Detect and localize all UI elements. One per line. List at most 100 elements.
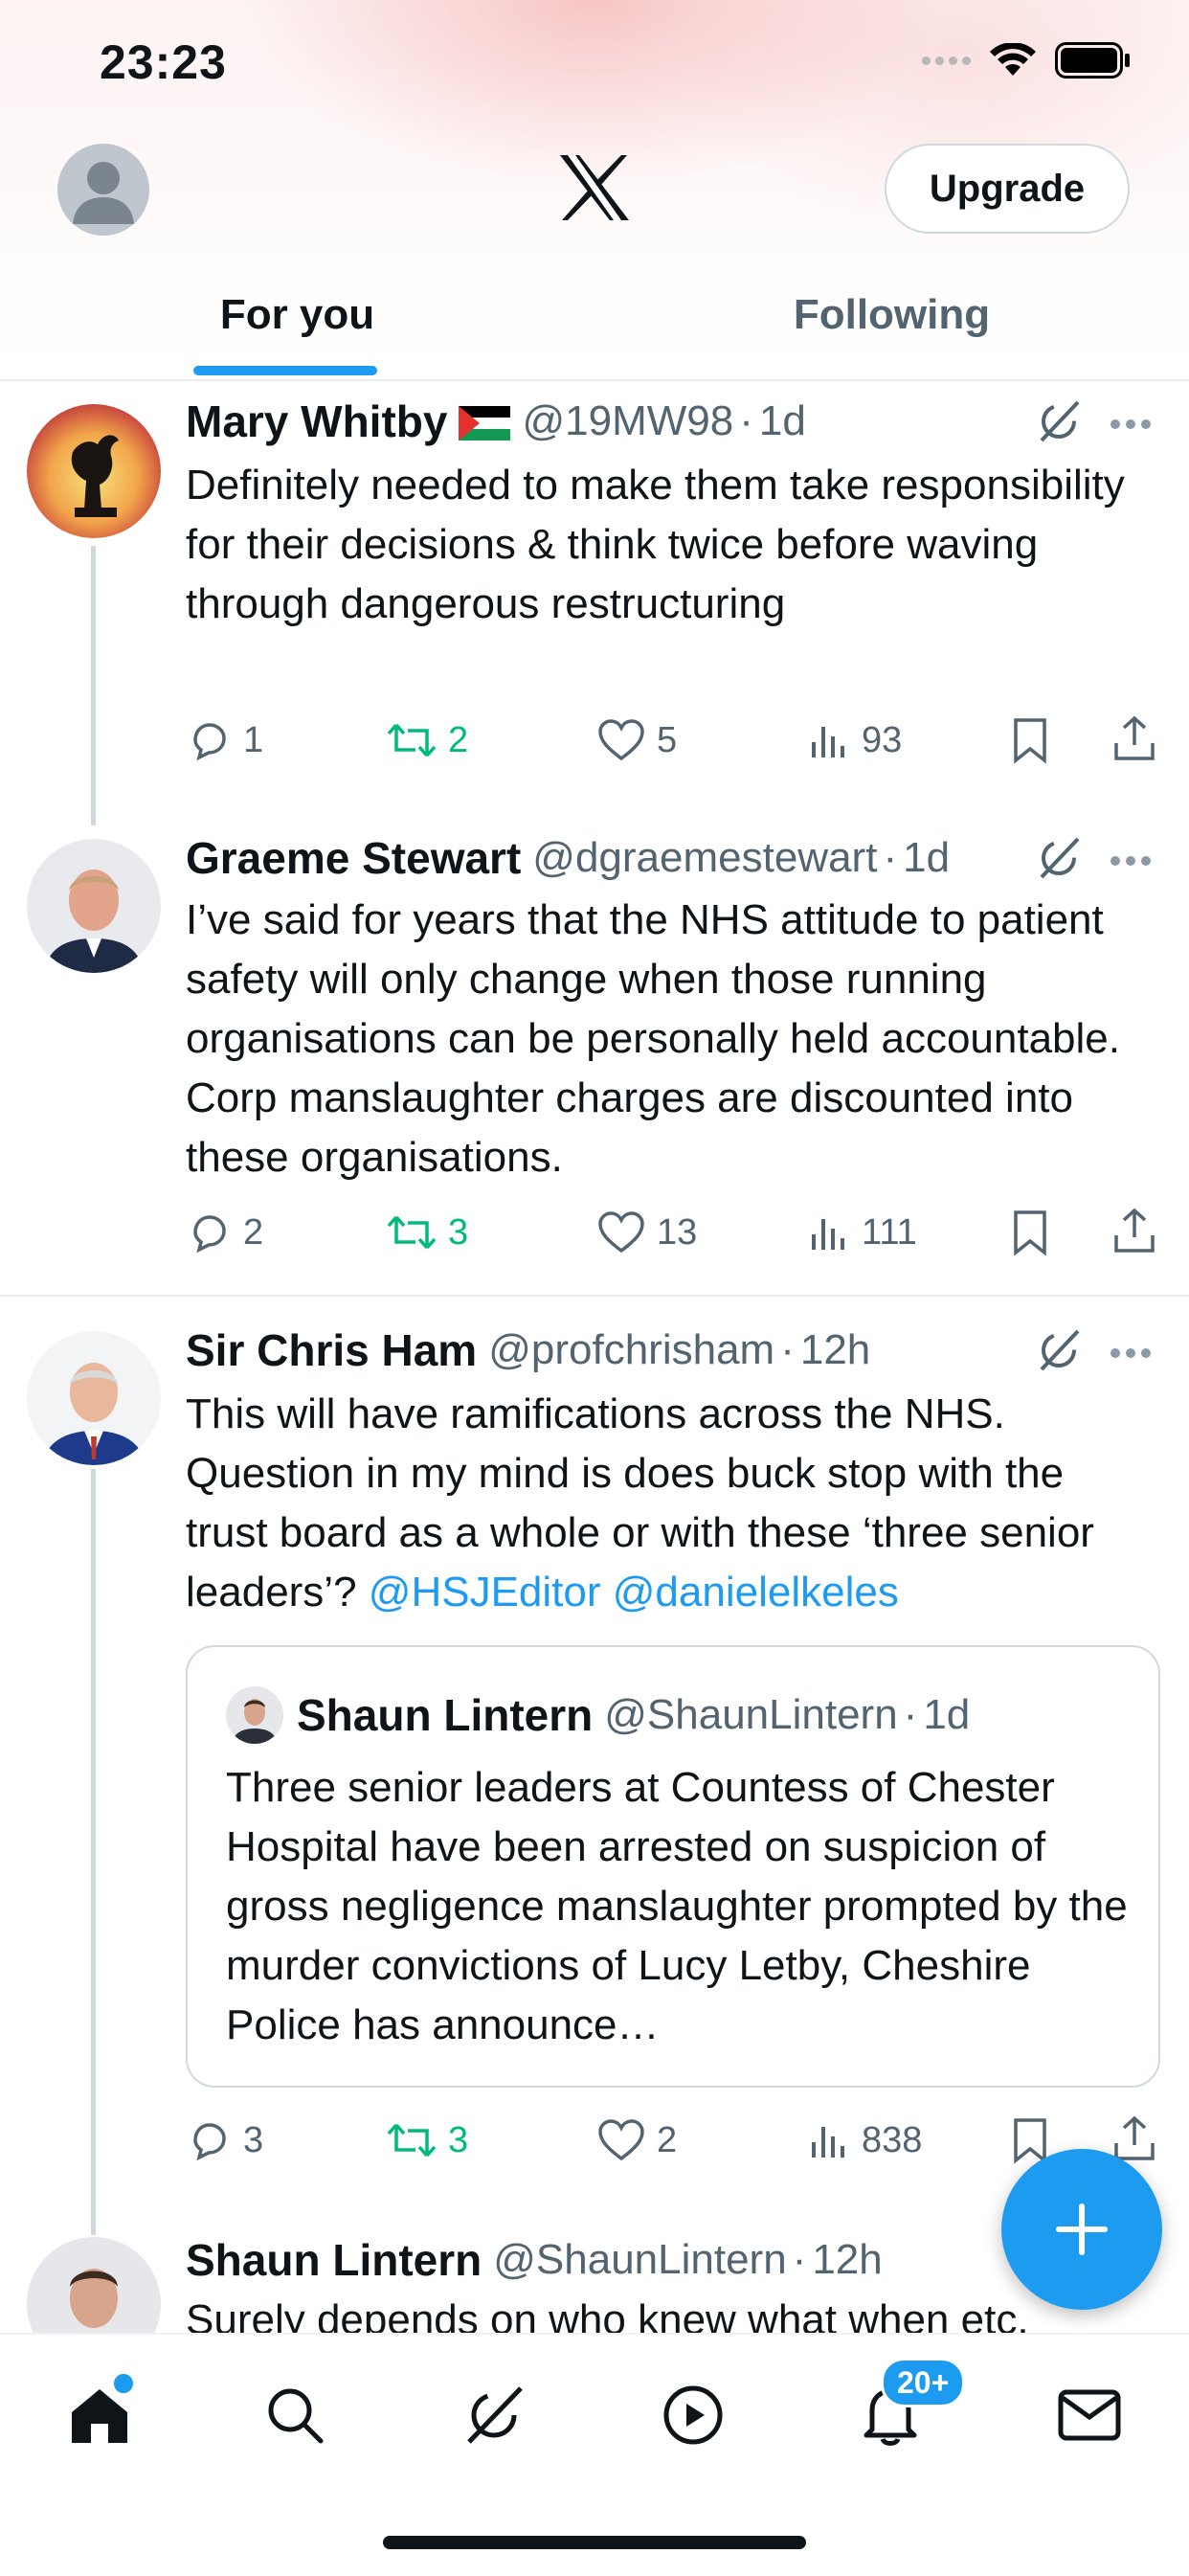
active-tab-indicator (193, 366, 377, 375)
tweet-time[interactable]: 1d (759, 397, 806, 445)
like-button[interactable]: 5 (597, 707, 677, 774)
separator-dot: · (883, 834, 898, 881)
more-options-icon[interactable] (1110, 1346, 1155, 1360)
separator-dot: · (739, 397, 753, 444)
author-handle[interactable]: @profchrisham (488, 1326, 774, 1374)
tweet-actions: 3 3 2 838 (186, 2107, 1172, 2174)
share-icon[interactable] (1112, 2114, 1156, 2162)
upgrade-button[interactable]: Upgrade (885, 144, 1130, 234)
tweet-time[interactable]: 12h (800, 1326, 870, 1374)
tweet-time[interactable]: 1d (903, 834, 950, 882)
reply-button[interactable]: 2 (186, 1199, 263, 1266)
grok-icon[interactable] (1034, 396, 1084, 446)
battery-icon (1055, 42, 1130, 79)
bookmark-icon[interactable] (1011, 2116, 1049, 2164)
quoted-author-name: Shaun Lintern (297, 1690, 594, 1740)
divider (0, 1295, 1189, 1297)
repost-button[interactable]: 3 (387, 2107, 468, 2174)
author-name[interactable]: Shaun Lintern (186, 2234, 482, 2286)
views-chart-icon (812, 727, 844, 757)
mention-link[interactable]: @danielelkeles (613, 1569, 899, 1616)
avatar[interactable] (27, 839, 161, 973)
reply-button[interactable]: 3 (186, 2107, 263, 2174)
like-button[interactable]: 13 (597, 1199, 697, 1266)
separator-dot: · (780, 1326, 795, 1373)
views-button[interactable]: 838 (808, 2107, 922, 2174)
avatar[interactable] (27, 1331, 161, 1465)
author-handle[interactable]: @dgraemestewart (532, 834, 877, 882)
heart-icon (598, 719, 644, 761)
nav-video[interactable] (653, 2375, 733, 2455)
wifi-icon (990, 43, 1036, 76)
plus-icon (1056, 2203, 1108, 2255)
repost-icon (387, 723, 437, 757)
quoted-tweet-header: Shaun Lintern @ShaunLintern · 1d (226, 1685, 970, 1745)
more-options-icon[interactable] (1110, 418, 1155, 431)
author-name[interactable]: Graeme Stewart (186, 832, 521, 884)
cellular-signal-icon (922, 56, 971, 65)
quoted-tweet-card[interactable]: Shaun Lintern @ShaunLintern · 1d Three s… (186, 1645, 1160, 2088)
repost-button[interactable]: 2 (387, 707, 468, 774)
repost-icon (387, 2123, 437, 2158)
tweet-text: I’ve said for years that the NHS attitud… (186, 896, 1120, 1181)
author-handle[interactable]: @ShaunLintern (493, 2236, 786, 2284)
status-time: 23:23 (100, 35, 227, 89)
video-icon (663, 2385, 723, 2445)
nav-grok[interactable] (454, 2375, 534, 2455)
heart-icon (598, 1211, 644, 1254)
grok-icon[interactable] (1034, 833, 1084, 883)
quoted-tweet-time: 1d (923, 1691, 971, 1738)
status-icons (922, 42, 1132, 79)
notifications-badge: 20+ (881, 2358, 966, 2407)
nav-messages[interactable] (1049, 2375, 1130, 2455)
separator-dot: · (792, 2236, 807, 2283)
author-name[interactable]: Mary Whitby (186, 395, 447, 447)
profile-avatar-button[interactable] (57, 144, 149, 236)
like-button[interactable]: 2 (597, 2107, 677, 2174)
reply-icon (193, 1215, 226, 1254)
chris-ham-avatar (27, 1331, 161, 1465)
liver-bird-avatar (27, 404, 161, 538)
more-options-icon[interactable] (1110, 854, 1155, 868)
tweet-header: Sir Chris Ham @profchrisham · 12h (186, 1322, 1151, 1379)
tweet-time[interactable]: 12h (812, 2236, 882, 2284)
tweet-text: This will have ramifications across the … (186, 1385, 1151, 1622)
messages-icon (1058, 2389, 1121, 2441)
thread-line (91, 546, 96, 825)
home-indicator (383, 2536, 806, 2549)
bookmark-icon[interactable] (1011, 716, 1049, 764)
tweet-header: Graeme Stewart @dgraemestewart · 1d (186, 829, 1151, 887)
views-button[interactable]: 111 (808, 1199, 917, 1266)
mention-link[interactable]: @HSJEditor (369, 1569, 601, 1616)
quoted-author-handle: @ShaunLintern (604, 1691, 898, 1738)
compose-post-button[interactable] (1001, 2149, 1162, 2310)
bookmark-icon[interactable] (1011, 1209, 1049, 1256)
separator-dot: · (903, 1691, 918, 1738)
thread-line (91, 1469, 96, 2235)
tweet-text: Definitely needed to make them take resp… (186, 462, 1125, 627)
x-logo-icon (560, 155, 629, 220)
quoted-tweet-text: Three senior leaders at Countess of Ches… (226, 1764, 1128, 2048)
quoted-author-avatar (226, 1686, 283, 1744)
tweet-actions: 2 3 13 111 (186, 1199, 1172, 1266)
avatar[interactable] (27, 404, 161, 538)
author-name[interactable]: Sir Chris Ham (186, 1324, 477, 1376)
share-icon[interactable] (1112, 714, 1156, 762)
repost-icon (387, 1215, 437, 1250)
reply-icon (193, 723, 226, 761)
grok-icon[interactable] (1034, 1325, 1084, 1375)
reply-button[interactable]: 1 (186, 707, 263, 774)
nav-search[interactable] (255, 2375, 335, 2455)
author-handle[interactable]: @19MW98 (522, 397, 733, 445)
search-icon (268, 2388, 324, 2444)
tab-for-you[interactable]: For you (0, 278, 594, 379)
timeline-tabs: For you Following (0, 278, 1189, 381)
repost-button[interactable]: 3 (387, 1199, 468, 1266)
share-icon[interactable] (1112, 1207, 1156, 1254)
default-avatar-icon (73, 162, 134, 224)
palestine-flag-icon (459, 406, 511, 441)
views-chart-icon (812, 2127, 844, 2158)
views-button[interactable]: 93 (808, 707, 902, 774)
tab-following[interactable]: Following (594, 278, 1189, 379)
home-unread-dot (111, 2371, 136, 2396)
